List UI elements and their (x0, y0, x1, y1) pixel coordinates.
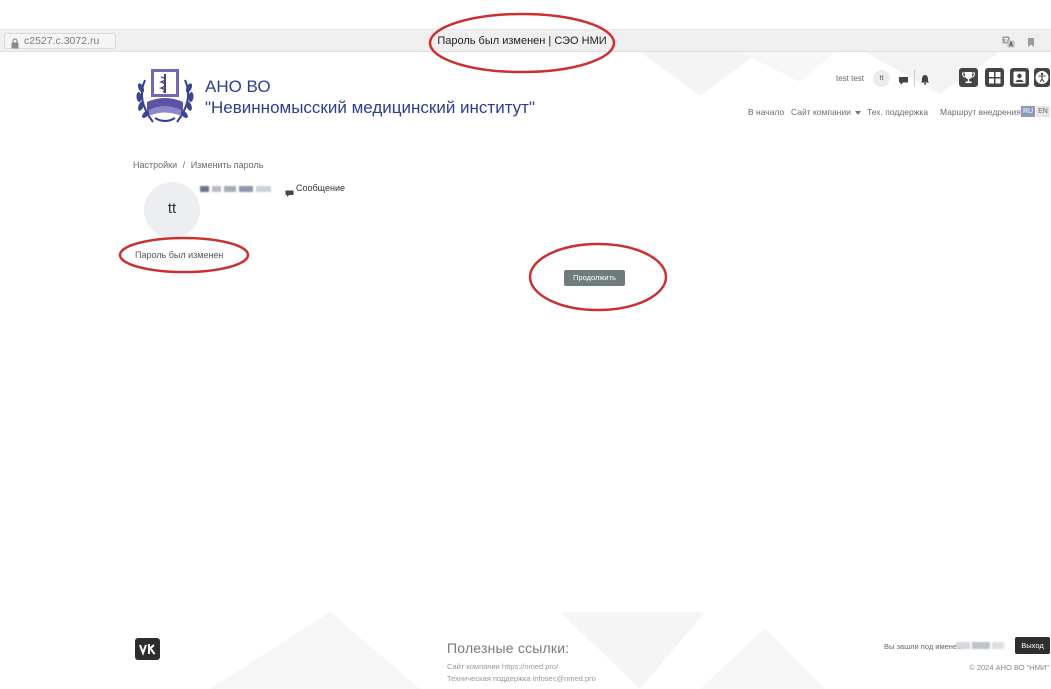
id-card-icon (1013, 71, 1026, 84)
user-menu-avatar[interactable]: tt (873, 70, 890, 87)
translate-icon[interactable] (1002, 35, 1015, 53)
footer-company-site-link[interactable]: Сайт компании https://nmed.pro/ (447, 662, 558, 671)
useful-links-title: Полезные ссылки: (447, 640, 570, 656)
bell-icon[interactable] (920, 72, 930, 90)
lock-icon[interactable] (10, 36, 20, 54)
page-title: Пароль был изменен | СЭО НМИ (437, 35, 607, 47)
nav-company-site-label: Сайт компании (791, 107, 851, 117)
org-name: "Невинномысский медицинский институт" (205, 98, 536, 117)
breadcrumb: Настройки / Изменить пароль (133, 160, 266, 171)
language-en[interactable]: EN (1036, 106, 1050, 117)
logout-button[interactable]: Выход (1015, 637, 1050, 654)
accessibility-button[interactable] (1034, 68, 1050, 87)
browser-toolbar: c2527.c.3072.ru Пароль был изменен | СЭО… (0, 29, 1051, 52)
message-link[interactable]: Сообщение (296, 183, 345, 194)
nav-company-site[interactable]: Сайт компании (791, 107, 861, 118)
language-ru[interactable]: RU (1021, 106, 1035, 117)
dashboard-grid-button[interactable] (985, 68, 1004, 87)
footer-support-link[interactable]: Техническая поддержка infosec@nmed.pro (447, 674, 596, 683)
logged-in-as-label: Вы зашли под именем (884, 642, 963, 651)
copyright: © 2024 АНО ВО "НМИ" (969, 663, 1049, 672)
breadcrumb-separator: / (182, 160, 186, 170)
dropdown-caret-icon (854, 110, 861, 115)
header-divider (914, 70, 915, 86)
logged-in-user-redacted[interactable] (956, 642, 1004, 650)
institute-logo[interactable] (133, 66, 197, 135)
profile-card-button[interactable] (1010, 68, 1029, 87)
nav-route[interactable]: Маршрут внедрения (940, 107, 1021, 118)
user-menu-name[interactable]: test test (836, 74, 864, 84)
trophy-icon (961, 72, 976, 84)
achievements-button[interactable] (959, 68, 978, 87)
vk-icon[interactable] (135, 638, 160, 660)
address-bar[interactable]: c2527.c.3072.ru (4, 33, 116, 49)
accessibility-icon (1035, 71, 1049, 84)
chat-icon[interactable] (898, 73, 909, 91)
grid-icon (989, 72, 1001, 84)
continue-button[interactable]: Продолжить (564, 270, 625, 286)
breadcrumb-settings[interactable]: Настройки (133, 160, 177, 170)
message-icon[interactable] (285, 185, 294, 203)
logo-emblem (136, 69, 194, 123)
status-message: Пароль был изменен (135, 250, 224, 260)
nav-home[interactable]: В начало (748, 107, 784, 118)
profile-name-redacted[interactable] (200, 185, 271, 193)
org-type: АНО ВО (205, 77, 271, 96)
breadcrumb-current: Изменить пароль (190, 160, 264, 170)
url-text[interactable]: c2527.c.3072.ru (24, 35, 99, 48)
nav-support[interactable]: Тех. поддержка (867, 107, 928, 118)
bookmark-icon[interactable] (1027, 35, 1035, 53)
avatar[interactable]: tt (144, 182, 200, 238)
